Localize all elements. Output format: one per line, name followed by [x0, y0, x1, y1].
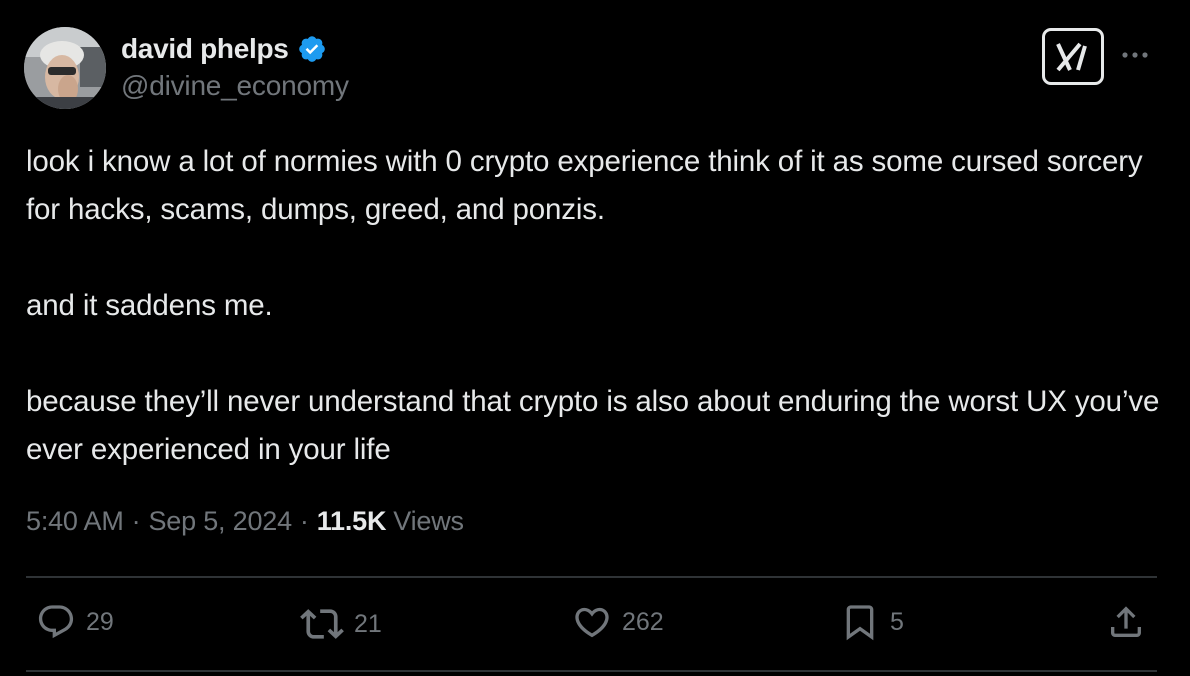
- repost-icon: [300, 609, 344, 639]
- tweet-meta: 5:40 AM · Sep 5, 2024 · 11.5K Views: [26, 506, 464, 537]
- tweet-paragraph-1: look i know a lot of normies with 0 cryp…: [26, 145, 1143, 226]
- more-dots-icon: [1122, 52, 1148, 58]
- tweet-date[interactable]: Sep 5, 2024: [148, 506, 292, 537]
- action-bar: 29 21 262 5: [0, 602, 1190, 652]
- repost-button[interactable]: 21: [300, 602, 382, 646]
- divider-top: [26, 576, 1157, 578]
- avatar-image: [24, 27, 106, 109]
- repost-count: 21: [354, 609, 382, 638]
- share-icon: [1111, 606, 1141, 637]
- grok-button[interactable]: [1042, 28, 1104, 85]
- like-count: 262: [622, 607, 664, 636]
- meta-separator: ·: [131, 506, 141, 536]
- views-label[interactable]: Views: [393, 506, 464, 537]
- avatar[interactable]: [24, 27, 106, 109]
- like-button[interactable]: 262: [572, 602, 664, 642]
- reply-button[interactable]: 29: [36, 602, 114, 642]
- name-row: david phelps: [121, 30, 349, 68]
- tweet-paragraph-2: and it saddens me.: [26, 289, 273, 322]
- author-name[interactable]: david phelps: [121, 33, 289, 65]
- heart-icon: [575, 607, 609, 638]
- reply-icon: [38, 605, 74, 639]
- divider-bottom: [26, 670, 1157, 672]
- grok-x-icon: [1056, 42, 1087, 71]
- bookmark-count: 5: [890, 607, 904, 636]
- author-handle[interactable]: @divine_economy: [121, 70, 349, 102]
- reply-count: 29: [86, 607, 114, 636]
- meta-separator: ·: [299, 506, 309, 536]
- bookmark-icon: [846, 605, 874, 641]
- tweet-time[interactable]: 5:40 AM: [26, 506, 124, 537]
- views-count[interactable]: 11.5K: [317, 506, 387, 537]
- author-info: david phelps @divine_economy: [121, 30, 349, 102]
- bookmark-button[interactable]: 5: [840, 602, 904, 642]
- tweet-text: look i know a lot of normies with 0 cryp…: [26, 138, 1166, 474]
- share-button[interactable]: [1106, 602, 1146, 642]
- verified-badge-icon[interactable]: [297, 34, 327, 64]
- more-options-button[interactable]: [1118, 42, 1152, 68]
- tweet-paragraph-3: because they’ll never understand that cr…: [26, 385, 1160, 466]
